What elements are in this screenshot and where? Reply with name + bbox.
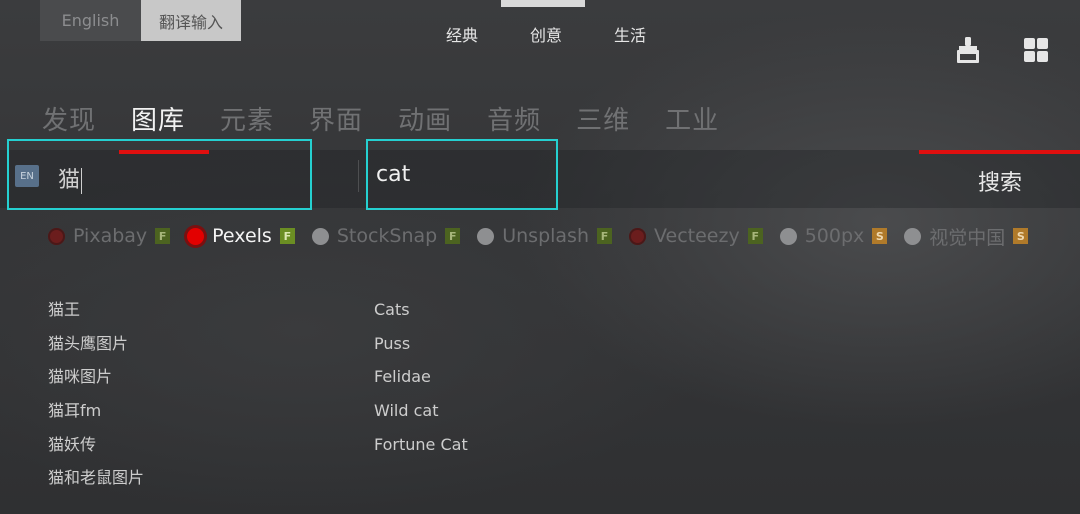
english-suggestions: Cats Puss Felidae Wild cat Fortune Cat (374, 299, 468, 467)
free-badge: F (279, 228, 295, 244)
source-label: StockSnap (336, 225, 438, 247)
tab-ui[interactable]: 界面 (309, 100, 363, 137)
grid-icon[interactable] (1023, 36, 1049, 64)
translated-input[interactable]: cat (376, 162, 410, 187)
language-badge[interactable]: EN (15, 165, 39, 187)
suggestion-item[interactable]: 猫妖传 (48, 434, 144, 468)
tab-gallery[interactable]: 图库 (131, 100, 185, 137)
suggestion-item[interactable]: 猫咪图片 (48, 366, 144, 400)
input-language-switch: English 翻译输入 (40, 0, 241, 41)
source-list: Pixabay F Pexels F StockSnap F Unsplash … (48, 223, 1045, 249)
source-label: 500px (804, 225, 865, 247)
free-badge: F (445, 228, 461, 244)
source-label: 视觉中国 (929, 226, 1006, 249)
tab-industry[interactable]: 工业 (665, 100, 719, 137)
tab-elements[interactable]: 元素 (220, 100, 274, 137)
source-label: Pexels (212, 225, 272, 247)
search-button[interactable]: 搜索 (978, 165, 1022, 197)
source-label: Pixabay (73, 225, 148, 247)
english-input-button[interactable]: English (40, 0, 141, 41)
source-500px[interactable]: 500px S (779, 225, 888, 247)
source-stocksnap[interactable]: StockSnap F (311, 225, 461, 247)
top-tab-active-indicator (501, 0, 585, 7)
tab-creative[interactable]: 创意 (504, 22, 588, 46)
suggestion-item[interactable]: Puss (374, 333, 468, 367)
source-label: Unsplash (502, 225, 589, 247)
suggestion-item[interactable]: Cats (374, 299, 468, 333)
source-toggle-icon (904, 227, 922, 245)
category-tabs: 发现 图库 元素 界面 动画 音频 三维 工业 (42, 100, 754, 137)
top-tabs: 经典 创意 生活 (420, 22, 672, 46)
source-toggle-icon (629, 227, 646, 245)
source-toggle-icon (779, 227, 797, 245)
free-badge: F (155, 228, 171, 244)
suggestion-item[interactable]: Fortune Cat (374, 434, 468, 468)
source-toggle-icon (187, 227, 205, 245)
source-pixabay[interactable]: Pixabay F (48, 225, 171, 247)
source-label: Vecteezy (654, 225, 740, 247)
search-input-value: 猫 (58, 168, 81, 193)
source-unsplash[interactable]: Unsplash F (477, 225, 612, 247)
plugin-icon[interactable] (955, 36, 981, 64)
source-toggle-icon (311, 227, 329, 245)
chinese-suggestions: 猫王 猫头鹰图片 猫咪图片 猫耳fm 猫妖传 猫和老鼠图片 (48, 299, 144, 501)
suggestion-item[interactable]: 猫耳fm (48, 400, 144, 434)
tab-3d[interactable]: 三维 (576, 100, 630, 137)
source-pexels[interactable]: Pexels F (187, 225, 295, 247)
suggestion-item[interactable]: 猫王 (48, 299, 144, 333)
input-divider (358, 160, 359, 192)
text-caret (81, 168, 83, 194)
source-input-highlight (7, 139, 312, 210)
tab-life[interactable]: 生活 (588, 22, 672, 46)
suggestion-item[interactable]: Felidae (374, 366, 468, 400)
source-vecteezy[interactable]: Vecteezy F (629, 225, 763, 247)
translate-input-button[interactable]: 翻译输入 (141, 0, 241, 41)
search-button-underline (919, 150, 1080, 154)
source-vcg[interactable]: 视觉中国 S (904, 223, 1029, 250)
tab-discover[interactable]: 发现 (42, 100, 96, 137)
tab-classic[interactable]: 经典 (420, 22, 504, 46)
free-badge: F (747, 228, 763, 244)
source-toggle-icon (48, 227, 65, 245)
search-input[interactable]: 猫 (58, 162, 83, 194)
suggestion-item[interactable]: 猫和老鼠图片 (48, 467, 144, 501)
source-toggle-icon (477, 227, 495, 245)
paid-badge: S (872, 228, 888, 244)
tab-animation[interactable]: 动画 (398, 100, 452, 137)
suggestion-item[interactable]: 猫头鹰图片 (48, 333, 144, 367)
suggestion-item[interactable]: Wild cat (374, 400, 468, 434)
paid-badge: S (1013, 228, 1029, 244)
tab-audio[interactable]: 音频 (487, 100, 541, 137)
free-badge: F (597, 228, 612, 244)
